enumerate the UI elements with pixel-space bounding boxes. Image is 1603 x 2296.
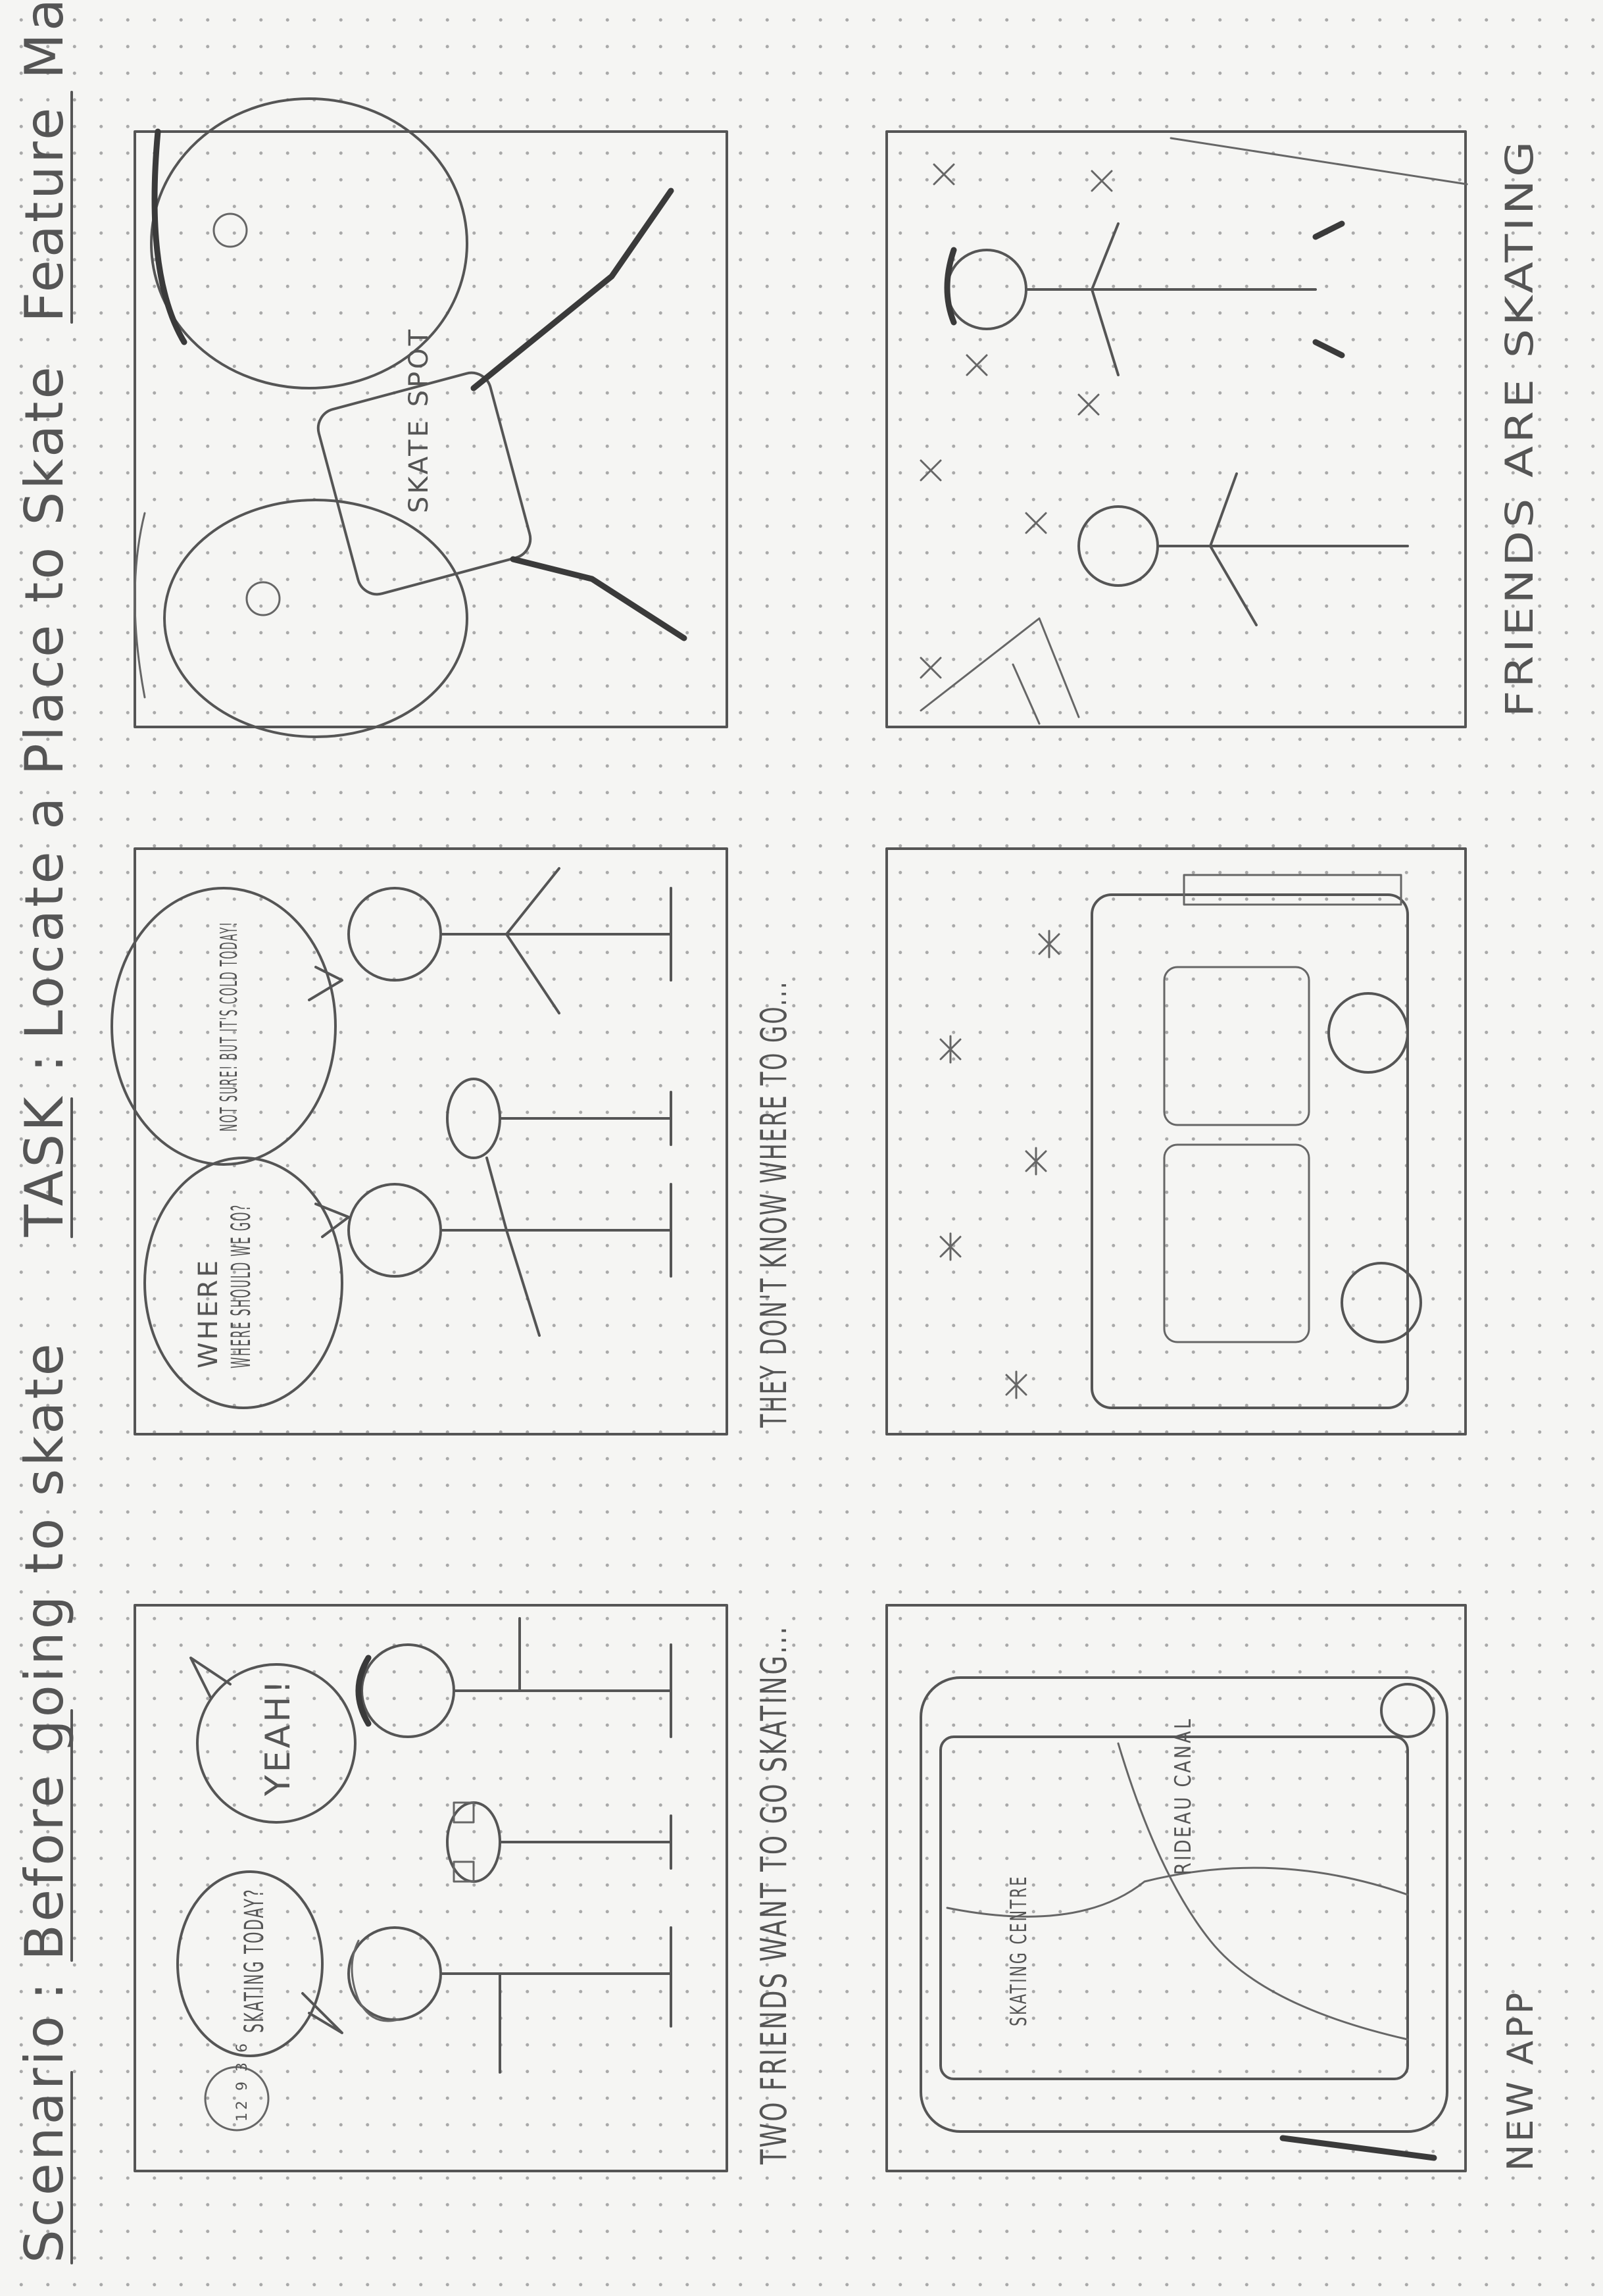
arm-left [510,556,687,641]
svg-text:THEY DON'T KNOW WHERE TO GO...: THEY DON'T KNOW WHERE TO GO... [753,980,795,1428]
snowflakes [920,163,1113,679]
bench-right [1163,966,1310,1126]
cafe-table [446,1078,501,1159]
railing [920,617,1080,725]
caption-panel-2: THEY DON'T KNOW WHERE TO GO... [753,980,795,1428]
title-line: Scenario : Before going to skate TASK : … [14,0,75,2264]
bubble-text-3: WHERE SHOULD WE GO? [226,1204,257,1368]
arm-right [470,187,674,391]
hand-holding-phone [1279,2135,1437,2161]
title-feature-label: Feature [14,105,75,322]
tree-trunk [1183,874,1402,906]
bubble-text-4: NOT SURE! BUT IT'S COLD TODAY! [216,921,243,1132]
title-task-label: TASK [14,1094,75,1237]
svg-text:TWO FRIENDS WANT TO GO SKATING: TWO FRIENDS WANT TO GO SKATING... [753,1625,795,2165]
svg-text:FRIENDS ARE SKATING: FRIENDS ARE SKATING [1497,138,1542,717]
clock-numbers: 12 9 3 6 [234,2041,251,2122]
svg-text::: : [14,1052,75,1072]
panel-frames [134,130,1467,2172]
caption-panel-6: FRIENDS ARE SKATING [1497,138,1542,717]
storyboard-sheet: Scenario : Before going to skate TASK : … [14,0,1542,2264]
title-feature-value: Map [14,0,75,79]
bench-frame [1091,893,1409,1409]
panel-5-frame [885,847,1467,1435]
skates-1 [1312,220,1345,359]
snowflakes [939,930,1060,1399]
map-canal [1117,1742,1409,2041]
bubble-text-2: YEAH! [259,1678,298,1797]
panel-1-scene: 12 9 3 6 SKATING TODAY? YEAH! [176,1617,672,2132]
friend-2-head [360,1643,455,1738]
panel-6-frame [885,130,1467,728]
panel-5-scene [939,874,1422,1409]
panel-4-scene: SKATING CENTRE RIDEAU CANAL [920,1676,1448,2161]
panel-3-scene: SKATE SPOT [134,97,687,738]
friend-1-head [347,1183,442,1278]
face-left [163,499,468,738]
skater-1-head [946,249,1027,330]
panel-2-scene: WHERE WHERE SHOULD WE GO? NOT SURE! BUT … [111,867,672,1409]
caption-panel-4: NEW APP [1500,1990,1541,2171]
caption-panel-1: TWO FRIENDS WANT TO GO SKATING... [753,1625,795,2165]
title-scenario-label: Scenario [14,2013,75,2263]
bench-left [1163,1143,1310,1343]
panel-6-scene [920,137,1468,725]
title-scenario-value: Before going to skate [14,1341,75,1960]
phone-text: SKATE SPOT [404,327,434,513]
svg-text:NEW APP: NEW APP [1500,1990,1541,2171]
skater-2-head [1077,505,1159,587]
friend-2-head [347,887,442,982]
bubble-text-3-line-1: WHERE [193,1258,224,1368]
map-label-rideau-canal: RIDEAU CANAL [1170,1717,1196,1875]
svg-text::: : [14,1980,75,2000]
title-task-value: Locate a Place to Skate [14,364,75,1039]
wheel-right [1327,992,1409,1074]
bubble-text-1: SKATING TODAY? [239,1888,270,2033]
map-label-skating-centre: SKATING CENTRE [1006,1875,1032,2026]
phone-home-button [1380,1683,1435,1738]
